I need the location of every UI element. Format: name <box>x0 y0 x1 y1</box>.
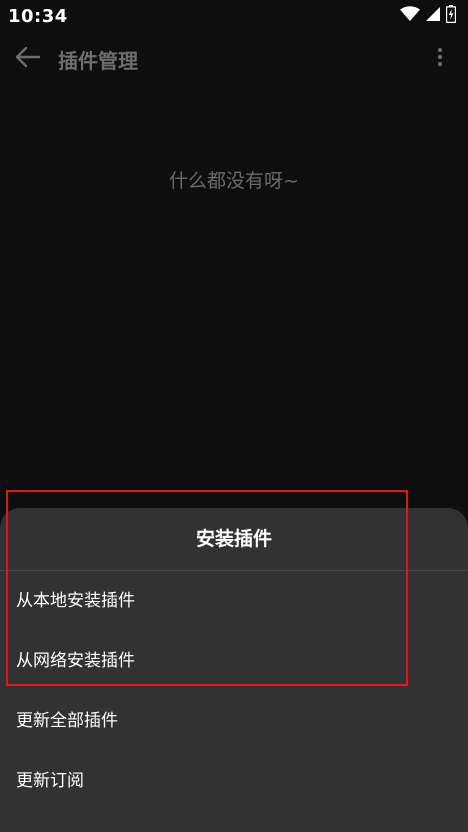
toolbar: 插件管理 <box>0 32 468 86</box>
screen: 10:34 插件管理 什么都没有呀~ 安装插件 从本地安装插件 从网络安装插件 … <box>0 0 468 832</box>
more-vert-icon <box>437 47 443 71</box>
more-options-button[interactable] <box>412 32 468 86</box>
battery-icon <box>445 5 457 27</box>
page-title: 插件管理 <box>58 48 138 73</box>
status-time: 10:34 <box>8 5 68 27</box>
status-icons <box>400 5 457 27</box>
update-all-plugins-item[interactable]: 更新全部插件 <box>0 691 468 751</box>
install-plugin-sheet: 安装插件 从本地安装插件 从网络安装插件 更新全部插件 更新订阅 <box>0 508 468 832</box>
back-button[interactable] <box>0 32 56 86</box>
update-subscription-item[interactable]: 更新订阅 <box>0 751 468 811</box>
wifi-icon <box>400 6 420 26</box>
empty-state-message: 什么都没有呀~ <box>169 170 299 192</box>
install-from-local-item[interactable]: 从本地安装插件 <box>0 571 468 631</box>
status-bar: 10:34 <box>0 0 468 32</box>
sheet-title: 安装插件 <box>0 508 468 571</box>
arrow-left-icon <box>15 46 41 72</box>
install-from-network-item[interactable]: 从网络安装插件 <box>0 631 468 691</box>
signal-icon <box>426 6 440 26</box>
